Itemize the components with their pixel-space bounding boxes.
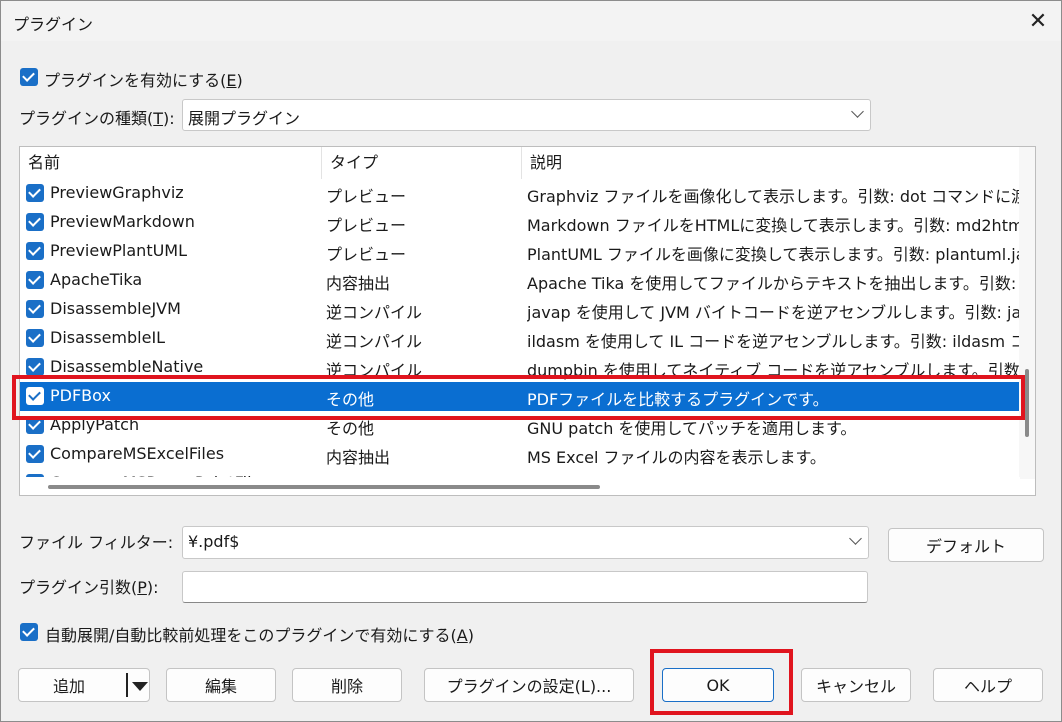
table-row[interactable]: PreviewMarkdown プレビュー Markdown ファイルをHTMLに変… [20,208,1020,237]
selected-row-highlight [12,375,1025,420]
row-name: DisassembleIL [50,328,166,347]
row-name: PreviewGraphviz [50,183,184,202]
row-name: ApacheTika [50,270,143,289]
split-separator [126,673,128,697]
window-title: プラグイン [13,15,94,34]
horizontal-scrollbar[interactable] [20,477,1020,495]
auto-unpack-label[interactable]: 自動展開/自動比較前処理をこのプラグインで有効にする(A) [45,622,474,646]
row-type: 内容抽出 [326,274,391,293]
row-type: プレビュー [326,216,407,235]
dropdown-arrow-icon[interactable] [132,682,148,691]
help-button[interactable]: ヘルプ [933,668,1043,702]
auto-unpack-checkbox[interactable] [20,623,38,641]
row-description: javap を使用して JVM バイトコードを逆アセンブルします。引数: jav… [527,303,1019,322]
row-description: ildasm を使用して IL コードを逆アセンブルします。引数: ildasm… [527,332,1019,351]
enable-plugins-label[interactable]: プラグインを有効にする(E) [44,67,243,91]
row-checkbox[interactable] [26,358,44,376]
ok-button-highlight [650,649,793,715]
row-checkbox[interactable] [26,329,44,347]
plugin-args-input[interactable] [182,571,868,603]
row-name: PreviewPlantUML [50,241,188,260]
title-bar[interactable]: プラグイン ✕ [1,1,1061,41]
enable-plugins-checkbox[interactable] [20,68,38,86]
row-checkbox[interactable] [26,271,44,289]
vertical-scroll-thumb[interactable] [1025,369,1029,437]
add-button-label: 追加 [53,677,86,696]
row-checkbox[interactable] [26,242,44,260]
row-name: DisassembleJVM [50,299,181,318]
table-row[interactable]: PreviewGraphviz プレビュー Graphviz ファイルを画像化して表… [20,179,1020,208]
plugin-type-value: 展開プラグイン [188,109,301,128]
column-header-type[interactable]: タイプ [322,147,522,179]
row-checkbox[interactable] [26,213,44,231]
row-name: CompareMSExcelFiles [50,444,225,463]
row-description: MS Excel ファイルの内容を表示します。 [527,448,826,467]
plugin-args-label: プラグイン引数(P): [19,578,159,597]
table-row[interactable]: CompareMSExcelFiles 内容抽出 MS Excel ファイルの内容を… [20,440,1020,469]
row-type: プレビュー [326,245,407,264]
row-checkbox[interactable] [26,300,44,318]
table-row[interactable]: PreviewPlantUML プレビュー PlantUML ファイルを画像に変換し… [20,237,1020,266]
row-name: DisassembleNative [50,357,204,376]
default-button[interactable]: デフォルト [888,528,1044,562]
list-body: PreviewGraphviz プレビュー Graphviz ファイルを画像化して表… [20,179,1020,479]
plugin-type-label: プラグインの種類(T): [19,109,175,128]
close-icon[interactable]: ✕ [1015,1,1061,41]
table-row[interactable]: ApacheTika 内容抽出 Apache Tika を使用してファイルからテキス… [20,266,1020,295]
table-row[interactable]: DisassembleJVM 逆コンパイル javap を使用して JVM バイトコ… [20,295,1020,324]
plugin-type-select[interactable]: 展開プラグイン [182,99,871,131]
row-description: Graphviz ファイルを画像化して表示します。引数: dot コマンドに渡す [527,187,1019,206]
row-type: プレビュー [326,187,407,206]
cancel-button[interactable]: キャンセル [801,668,911,702]
row-type: 逆コンパイル [326,303,423,322]
table-row[interactable]: DisassembleIL 逆コンパイル ildasm を使用して IL コードを逆… [20,324,1020,353]
row-type: 逆コンパイル [326,332,423,351]
column-header-name[interactable]: 名前 [20,147,322,179]
edit-button[interactable]: 編集 [166,668,276,702]
plugin-list[interactable]: 名前 タイプ 説明 PreviewGraphviz プレビュー Graphviz フ… [19,146,1036,496]
chevron-down-icon [849,532,862,545]
column-header-description[interactable]: 説明 [522,147,1020,179]
row-name: PreviewMarkdown [50,212,195,231]
file-filter-value: ¥.pdf$ [188,532,240,551]
row-description: PlantUML ファイルを画像に変換して表示します。引数: plantuml.… [527,245,1019,264]
file-filter-select[interactable]: ¥.pdf$ [182,526,869,559]
horizontal-scroll-thumb[interactable] [48,485,600,489]
row-type: 内容抽出 [326,448,391,467]
file-filter-label: ファイル フィルター: [19,533,174,552]
plugin-settings-button[interactable]: プラグインの設定(L)... [424,668,634,702]
row-description: Markdown ファイルをHTMLに変換して表示します。引数: md2html [527,216,1019,235]
add-split-button[interactable]: 追加 [18,668,150,702]
row-checkbox[interactable] [26,184,44,202]
list-header: 名前 タイプ 説明 [20,147,1020,179]
row-description: Apache Tika を使用してファイルからテキストを抽出します。引数: ti… [527,274,1019,293]
chevron-down-icon [851,105,864,118]
row-checkbox[interactable] [26,445,44,463]
vertical-scrollbar[interactable] [1019,147,1035,479]
plugins-dialog: プラグイン ✕ プラグインを有効にする(E) プラグインの種類(T): 展開プラ… [0,0,1062,722]
delete-button[interactable]: 削除 [292,668,402,702]
